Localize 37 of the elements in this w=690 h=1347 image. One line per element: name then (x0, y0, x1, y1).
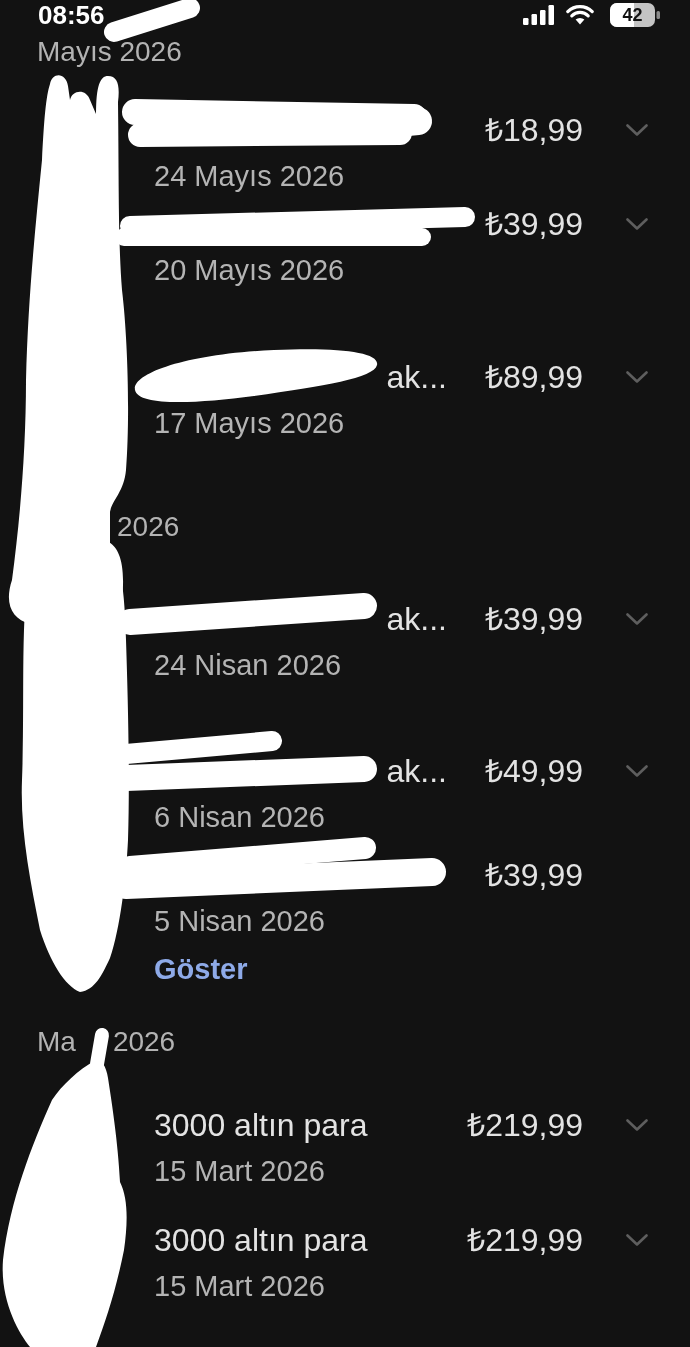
purchase-date: 15 Mart 2026 (154, 1154, 325, 1188)
purchase-date: 20 Mayıs 2026 (154, 253, 345, 287)
signal-icon (523, 5, 554, 25)
status-time: 08:56 (38, 0, 105, 30)
purchase-date: 17 Mayıs 2026 (154, 406, 345, 440)
month-heading: 2026 (117, 511, 180, 543)
item-price: ₺49,99 (484, 752, 583, 790)
item-title: ak... (386, 752, 447, 790)
item-price: ₺39,99 (484, 856, 583, 894)
battery-indicator: 42 (610, 3, 660, 27)
chevron-down-icon[interactable] (626, 613, 648, 625)
chevron-down-icon[interactable] (626, 124, 648, 136)
item-price: ₺18,99 (484, 111, 583, 149)
chevron-down-icon[interactable] (626, 218, 648, 230)
item-price: ₺39,99 (484, 600, 583, 638)
month-heading: Mayıs 2026 (37, 36, 182, 68)
item-title: 3000 altın para (154, 1106, 368, 1144)
chevron-down-icon[interactable] (626, 371, 648, 383)
item-price: ₺219,99 (467, 1106, 583, 1144)
item-price: ₺219,99 (467, 1221, 583, 1259)
chevron-down-icon[interactable] (626, 1119, 648, 1131)
show-link[interactable]: Göster (154, 952, 248, 986)
item-title: ak... (386, 358, 447, 396)
month-heading: 2026 (112, 1026, 176, 1058)
wifi-icon (566, 5, 594, 25)
item-price: ₺39,99 (484, 205, 583, 243)
purchase-date: 15 Mart 2026 (154, 1269, 325, 1303)
purchase-date: 5 Nisan 2026 (154, 904, 325, 938)
month-heading: Ma (37, 1026, 76, 1058)
chevron-down-icon[interactable] (626, 765, 648, 777)
purchase-date: 24 Mayıs 2026 (154, 159, 345, 193)
item-title: 3000 altın para (154, 1221, 368, 1259)
purchase-date: 6 Nisan 2026 (154, 800, 325, 834)
chevron-down-icon[interactable] (626, 1234, 648, 1246)
item-price: ₺89,99 (484, 358, 583, 396)
purchase-date: 24 Nisan 2026 (154, 648, 342, 682)
item-title: ak... (386, 600, 447, 638)
